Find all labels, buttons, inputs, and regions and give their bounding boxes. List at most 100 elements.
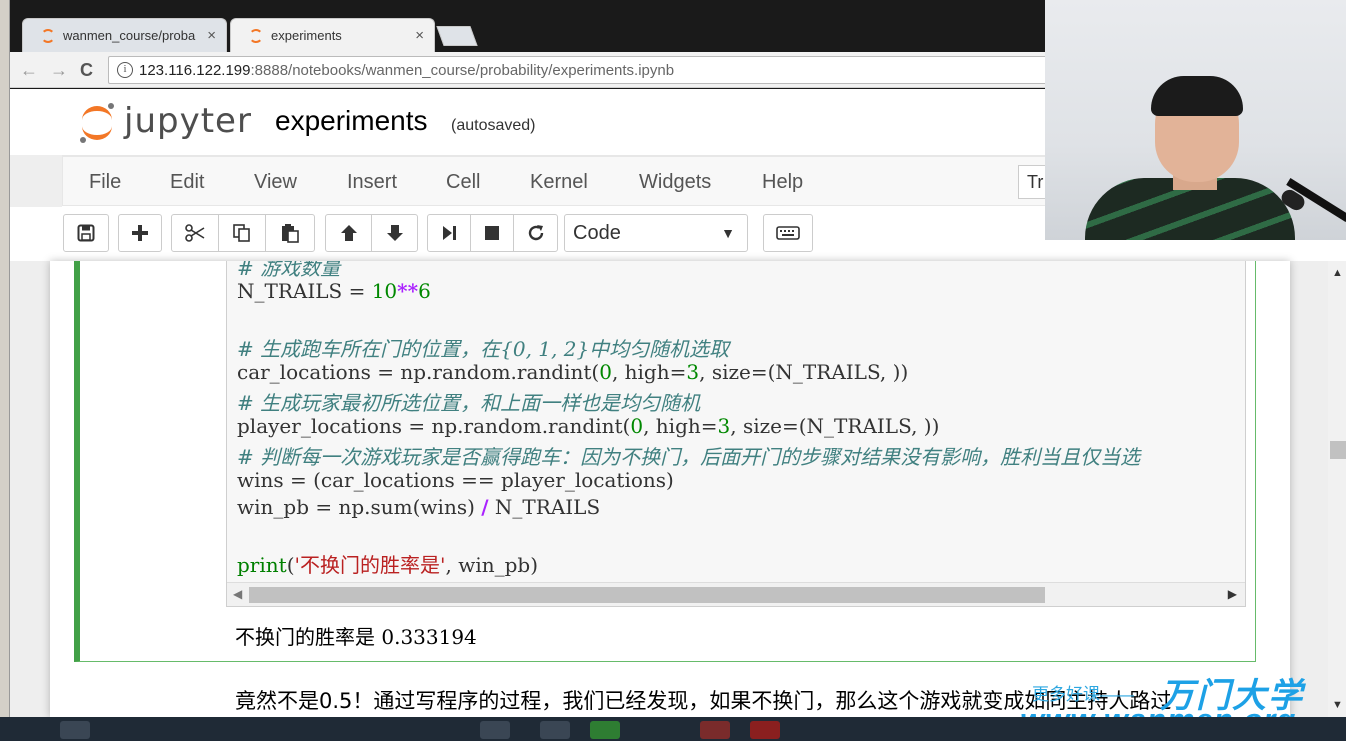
code-token: , size=(N_TRAILS, )): [730, 414, 940, 438]
cell-type-value: Code: [573, 222, 621, 244]
menu-cell[interactable]: Cell: [446, 171, 480, 194]
code-token: **: [397, 279, 419, 303]
taskbar-item[interactable]: [540, 721, 570, 739]
code-token: 0: [599, 360, 612, 384]
taskbar-item[interactable]: [480, 721, 510, 739]
move-down-button[interactable]: [371, 214, 418, 252]
scroll-right-icon[interactable]: ▶: [1228, 587, 1237, 601]
url-host: 123.116.122.199: [139, 61, 251, 79]
code-line: player_locations = np.random.randint(0, …: [237, 414, 939, 438]
scissors-icon: [185, 224, 205, 242]
plus-icon: [132, 225, 148, 241]
move-up-button[interactable]: [325, 214, 372, 252]
keyboard-icon: [776, 226, 800, 240]
desktop-edge: [0, 0, 10, 741]
restart-button[interactable]: [513, 214, 558, 252]
menu-edit[interactable]: Edit: [170, 171, 204, 194]
copy-button[interactable]: [218, 214, 266, 252]
tab-title: wanmen_course/proba: [63, 28, 196, 43]
code-token: , high=: [643, 414, 718, 438]
run-button[interactable]: [427, 214, 471, 252]
code-token: player_locations = np.random.randint(: [237, 414, 631, 438]
step-forward-icon: [443, 226, 456, 240]
os-taskbar: [0, 717, 1346, 741]
code-token: # 游戏数量: [237, 261, 341, 280]
command-palette-button[interactable]: [763, 214, 813, 252]
taskbar-item[interactable]: [60, 721, 90, 739]
scroll-down-icon[interactable]: ▼: [1332, 699, 1343, 711]
menu-kernel[interactable]: Kernel: [530, 171, 588, 194]
webcam-overlay: [1045, 0, 1346, 240]
code-line: car_locations = np.random.randint(0, hig…: [237, 360, 908, 384]
code-line: # 生成玩家最初所选位置，和上面一样也是均匀随机: [237, 387, 700, 416]
code-line: # 生成跑车所在门的位置，在{0, 1, 2}中均匀随机选取: [237, 333, 729, 362]
chevron-down-icon: ▼: [721, 225, 735, 241]
paste-button[interactable]: [265, 214, 315, 252]
page-vertical-scrollbar[interactable]: ▲ ▼: [1328, 261, 1346, 717]
arrow-down-icon: [386, 225, 403, 241]
address-bar-row: ← → C i 123.116.122.199:8888/notebooks/w…: [10, 52, 1050, 88]
jupyter-favicon-icon: [249, 28, 263, 43]
close-icon[interactable]: ×: [415, 27, 424, 44]
code-token: # 生成玩家最初所选位置，和上面一样也是均匀随机: [237, 391, 701, 415]
code-token: # 生成跑车所在门的位置，在{0, 1, 2}中均匀随机选取: [237, 337, 730, 361]
tab-wanmen-course[interactable]: wanmen_course/proba ×: [22, 18, 227, 52]
info-icon[interactable]: i: [117, 62, 133, 78]
forward-arrow-icon[interactable]: →: [50, 60, 68, 81]
menu-widgets[interactable]: Widgets: [639, 171, 711, 194]
code-token: 6: [418, 279, 431, 303]
code-token: , high=: [611, 360, 687, 384]
code-token: , size=(N_TRAILS, )): [699, 360, 909, 384]
back-arrow-icon[interactable]: ←: [20, 60, 38, 81]
taskbar-item[interactable]: [700, 721, 730, 739]
scrollbar-thumb[interactable]: [1330, 441, 1346, 459]
tab-title: experiments: [271, 28, 342, 43]
notebook-name[interactable]: experiments: [275, 105, 428, 137]
paste-icon: [282, 224, 299, 243]
cut-button[interactable]: [171, 214, 219, 252]
scrollbar-thumb[interactable]: [249, 587, 1045, 603]
cell-output: 不换门的胜率是 0.333194: [235, 625, 477, 649]
save-button[interactable]: [63, 214, 109, 252]
code-token: N_TRAILS: [488, 495, 601, 519]
code-token: print: [237, 553, 287, 577]
code-token: /: [481, 495, 489, 519]
new-tab-button[interactable]: [436, 26, 478, 46]
taskbar-item[interactable]: [590, 721, 620, 739]
menu-view[interactable]: View: [254, 171, 297, 194]
reload-icon[interactable]: C: [80, 60, 93, 81]
code-token: car_locations = np.random.randint(: [237, 360, 600, 384]
scroll-left-icon[interactable]: ◀: [233, 587, 242, 601]
code-token: win_pb = np.sum(wins): [237, 495, 482, 519]
menu-help[interactable]: Help: [762, 171, 803, 194]
code-line: # 游戏数量: [237, 261, 340, 281]
close-icon[interactable]: ×: [207, 27, 216, 44]
code-token: wins = (car_locations == player_location…: [237, 468, 674, 492]
stop-icon: [485, 226, 499, 240]
horizontal-scrollbar[interactable]: ◀ ▶: [227, 582, 1245, 606]
tab-experiments[interactable]: experiments ×: [230, 18, 435, 52]
notebook-container: # 游戏数量 N_TRAILS = 10**6 # 生成跑车所在门的位置，在{0, …: [50, 261, 1290, 717]
taskbar-item[interactable]: [750, 721, 780, 739]
code-token: N_TRAILS =: [237, 279, 372, 303]
jupyter-logo[interactable]: jupyter: [78, 97, 258, 147]
url-path: :8888/notebooks/wanmen_course/probabilit…: [250, 61, 675, 79]
code-token: (: [286, 553, 295, 577]
code-token: 0: [630, 414, 644, 438]
insert-cell-button[interactable]: [118, 214, 162, 252]
scroll-up-icon[interactable]: ▲: [1332, 267, 1343, 279]
autosave-status: (autosaved): [451, 117, 536, 134]
save-icon: [77, 224, 95, 242]
menu-insert[interactable]: Insert: [347, 171, 397, 194]
arrow-up-icon: [340, 225, 357, 241]
code-token: , win_pb): [445, 553, 539, 577]
cell-type-select[interactable]: Code ▼: [564, 214, 748, 252]
menu-file[interactable]: File: [89, 171, 121, 194]
copy-icon: [233, 224, 250, 242]
jupyter-favicon-icon: [41, 28, 55, 43]
refresh-icon: [528, 225, 543, 241]
code-editor[interactable]: # 游戏数量 N_TRAILS = 10**6 # 生成跑车所在门的位置，在{0, …: [226, 261, 1246, 607]
url-input[interactable]: i 123.116.122.199:8888/notebooks/wanmen_…: [108, 56, 1048, 84]
code-token: 3: [717, 414, 731, 438]
interrupt-button[interactable]: [470, 214, 514, 252]
